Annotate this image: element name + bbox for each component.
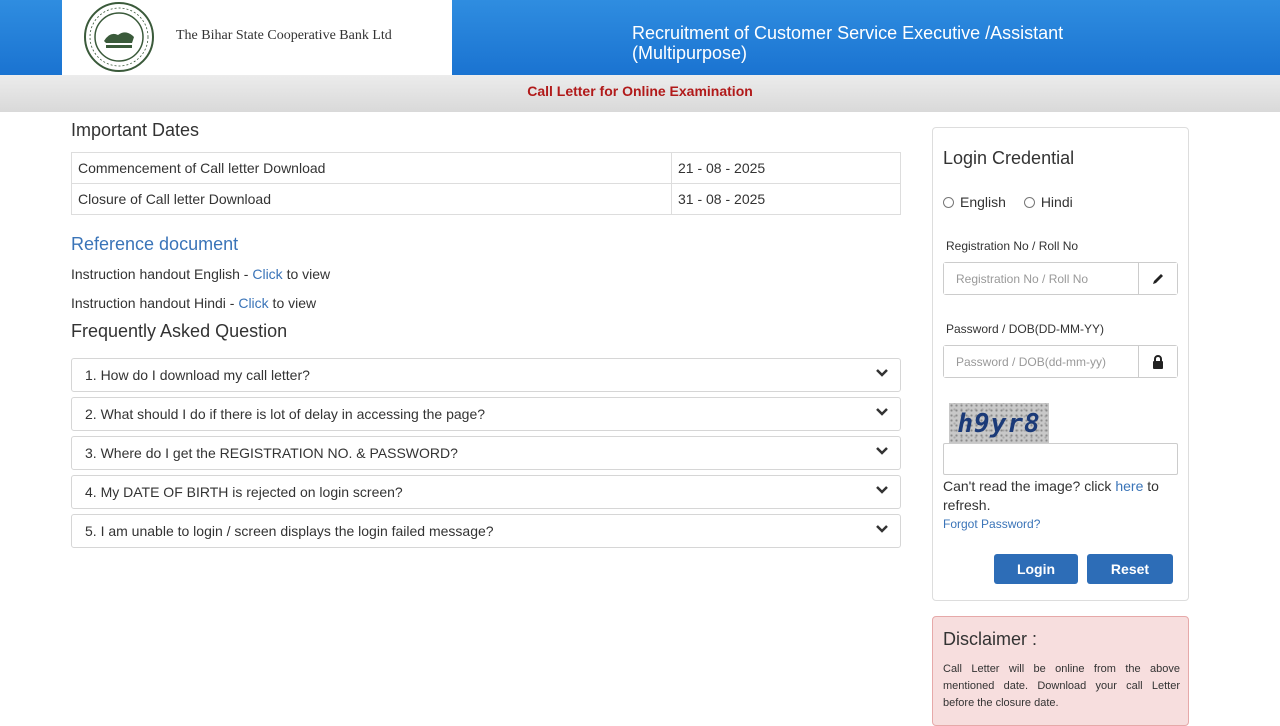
- login-button[interactable]: Login: [994, 554, 1078, 584]
- important-dates-heading: Important Dates: [71, 120, 200, 140]
- subtitle-bar: Call Letter for Online Examination: [0, 75, 1280, 112]
- chevron-down-icon: [876, 486, 888, 494]
- bank-logo-area: The Bihar State Cooperative Bank Ltd: [62, 0, 452, 75]
- chevron-down-icon: [876, 408, 888, 416]
- faq-item[interactable]: 2. What should I do if there is lot of d…: [71, 397, 901, 431]
- faq-item[interactable]: 3. Where do I get the REGISTRATION NO. &…: [71, 436, 901, 470]
- disclaimer-box: Disclaimer : Call Letter will be online …: [932, 616, 1189, 726]
- hindi-handout-link[interactable]: Click: [238, 295, 268, 311]
- date-label: Closure of Call letter Download: [71, 183, 672, 215]
- faq-item[interactable]: 4. My DATE OF BIRTH is rejected on login…: [71, 475, 901, 509]
- table-row: Closure of Call letter Download 31 - 08 …: [71, 183, 901, 215]
- pencil-addon: [1138, 263, 1177, 294]
- date-label: Commencement of Call letter Download: [71, 152, 672, 184]
- forgot-password-link[interactable]: Forgot Password?: [943, 517, 1040, 531]
- english-handout-link[interactable]: Click: [252, 266, 282, 282]
- faq-question: 4. My DATE OF BIRTH is rejected on login…: [85, 484, 403, 500]
- login-panel: Login Credential English Hindi Registrat…: [932, 127, 1189, 601]
- password-label: Password / DOB(DD-MM-YY): [946, 322, 1105, 336]
- registration-input-group: [943, 262, 1178, 295]
- header-bar: The Bihar State Cooperative Bank Ltd Rec…: [0, 0, 1280, 75]
- faq-question: 1. How do I download my call letter?: [85, 367, 310, 383]
- captcha-refresh-link[interactable]: here: [1115, 478, 1143, 494]
- table-row: Commencement of Call letter Download 21 …: [71, 152, 901, 184]
- faq-heading: Frequently Asked Question: [71, 321, 288, 341]
- pencil-icon: [1153, 273, 1163, 284]
- language-label: Hindi: [1040, 194, 1073, 210]
- captcha-input[interactable]: [943, 443, 1178, 475]
- chevron-down-icon: [876, 369, 888, 377]
- lock-icon: [1153, 354, 1163, 369]
- faq-question: 2. What should I do if there is lot of d…: [85, 406, 486, 422]
- reference-suffix: to view: [268, 295, 317, 311]
- important-dates-table: Commencement of Call letter Download 21 …: [71, 152, 901, 215]
- bank-name: The Bihar State Cooperative Bank Ltd: [176, 28, 392, 43]
- lock-addon: [1138, 346, 1177, 377]
- login-title: Login Credential: [943, 148, 1075, 168]
- language-option-english[interactable]: English: [943, 194, 1006, 210]
- page-subtitle: Call Letter for Online Examination: [527, 83, 753, 99]
- radio-english[interactable]: [943, 197, 954, 208]
- registration-input[interactable]: [944, 263, 1138, 294]
- reference-heading: Reference document: [71, 234, 239, 254]
- registration-label: Registration No / Roll No: [946, 239, 1079, 253]
- faq-question: 5. I am unable to login / screen display…: [85, 523, 494, 539]
- language-label: English: [960, 194, 1006, 210]
- refresh-prefix: Can't read the image? click: [943, 478, 1116, 494]
- captcha-refresh-text: Can't read the image? click here to refr…: [943, 477, 1183, 515]
- reference-label: Instruction handout Hindi -: [71, 295, 239, 311]
- language-selector: English Hindi: [943, 194, 1087, 210]
- password-input-group: [943, 345, 1178, 378]
- captcha-image: h9yr8: [949, 403, 1049, 445]
- disclaimer-title: Disclaimer :: [943, 629, 1038, 649]
- disclaimer-text: Call Letter will be online from the abov…: [943, 663, 1180, 709]
- radio-hindi[interactable]: [1023, 197, 1035, 208]
- reset-button[interactable]: Reset: [1087, 554, 1173, 584]
- password-input[interactable]: [944, 346, 1138, 377]
- language-option-hindi[interactable]: Hindi: [1023, 194, 1073, 210]
- reference-item-english: Instruction handout English - Click to v…: [71, 266, 330, 282]
- reference-label: Instruction handout English -: [71, 266, 253, 282]
- faq-question: 3. Where do I get the REGISTRATION NO. &…: [85, 445, 458, 461]
- date-value: 31 - 08 - 2025: [671, 183, 901, 215]
- reference-item-hindi: Instruction handout Hindi - Click to vie…: [71, 295, 316, 311]
- page-title: Recruitment of Customer Service Executiv…: [632, 23, 1064, 63]
- chevron-down-icon: [876, 525, 888, 533]
- chevron-down-icon: [876, 447, 888, 455]
- date-value: 21 - 08 - 2025: [671, 152, 901, 184]
- faq-item[interactable]: 1. How do I download my call letter?: [71, 358, 901, 392]
- reference-suffix: to view: [282, 266, 331, 282]
- bank-seal-logo: [84, 2, 154, 72]
- faq-item[interactable]: 5. I am unable to login / screen display…: [71, 514, 901, 548]
